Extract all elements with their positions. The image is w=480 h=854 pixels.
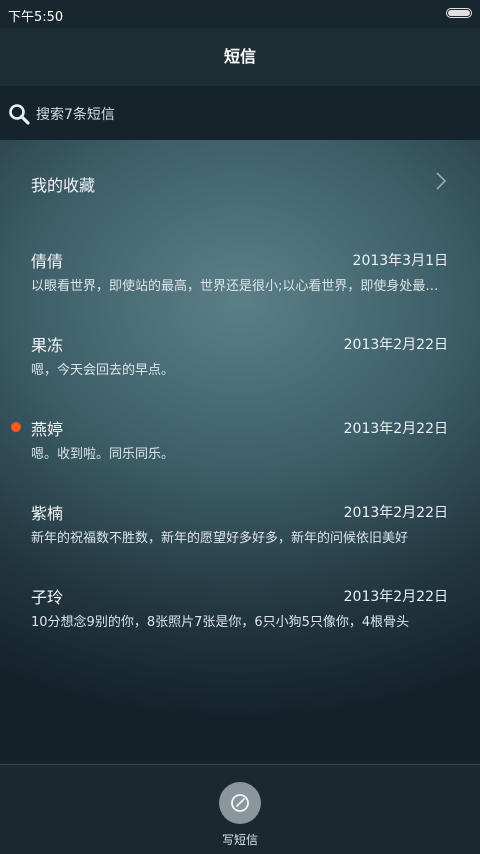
contact-name: 倩倩 [31,252,64,271]
conversation-item[interactable]: 倩倩 2013年3月1日 以眼看世界，即使站的最高，世界还是很小;以心看世界，即… [0,248,480,332]
message-preview: 嗯。收到啦。同乐同乐。 [31,447,175,462]
contact-name: 燕婷 [31,420,64,439]
status-bar: 下午5:50 [0,0,480,28]
status-time: 下午5:50 [8,10,64,25]
compose-label: 写短信 [221,833,258,847]
page-title: 短信 [223,47,256,66]
search-bar[interactable]: 搜索7条短信 [0,86,480,140]
conversation-item[interactable]: 果冻 2013年2月22日 嗯，今天会回去的早点。 [0,332,480,416]
contact-name: 紫楠 [31,504,64,523]
message-preview: 新年的祝福数不胜数，新年的愿望好多好多，新年的问候依旧美好 [31,531,409,546]
contact-name: 果冻 [31,336,64,355]
title-bar: 短信 [0,28,480,86]
contact-name: 子玲 [31,588,64,607]
favorites-label: 我的收藏 [31,176,96,195]
favorites-row[interactable]: 我的收藏 [0,140,480,224]
message-date: 2013年3月1日 [352,253,448,269]
unread-indicator [11,422,21,432]
battery-level [448,10,470,16]
message-date: 2013年2月22日 [343,589,448,605]
compose-button[interactable] [219,782,261,824]
chevron-right-icon [436,172,447,190]
message-preview: 以眼看世界，即使站的最高，世界还是很小;以心看世界，即使身处最低处，世界也很大 [31,279,451,294]
battery-icon [446,8,472,18]
message-date: 2013年2月22日 [343,421,448,437]
search-icon [9,104,30,125]
message-date: 2013年2月22日 [343,505,448,521]
message-preview: 嗯，今天会回去的早点。 [31,363,175,378]
compose-icon [231,794,249,812]
search-input[interactable]: 搜索7条短信 [36,104,115,124]
conversation-item[interactable]: 燕婷 2013年2月22日 嗯。收到啦。同乐同乐。 [0,416,480,500]
conversation-item[interactable]: 子玲 2013年2月22日 10分想念9别的你，8张照片7张是你，6只小狗5只像… [0,584,480,668]
bottom-bar: 写短信 [0,764,480,854]
conversation-item[interactable]: 紫楠 2013年2月22日 新年的祝福数不胜数，新年的愿望好多好多，新年的问候依… [0,500,480,584]
message-preview: 10分想念9别的你，8张照片7张是你，6只小狗5只像你，4根骨头 [31,615,410,630]
message-date: 2013年2月22日 [343,337,448,353]
